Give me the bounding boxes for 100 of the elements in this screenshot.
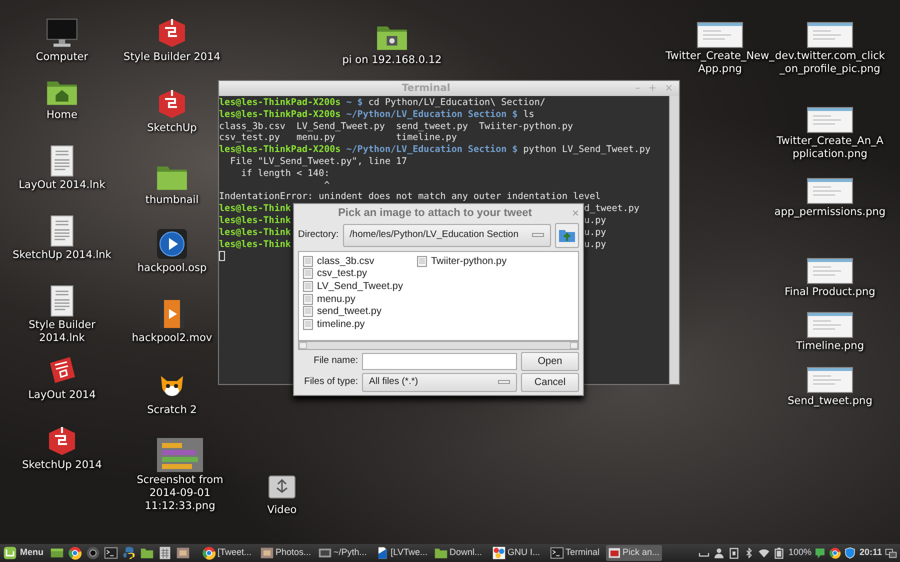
taskbar-button[interactable]: [Tweet... [200, 545, 256, 561]
snake-icon[interactable] [122, 546, 136, 560]
image-thumbnail [807, 258, 853, 284]
image-thumbnail [807, 312, 853, 338]
battery-icon[interactable] [773, 547, 786, 559]
workspace-icon[interactable] [885, 547, 897, 559]
icon-label[interactable]: Scratch 2 [147, 404, 197, 418]
icon-label[interactable]: Home [46, 109, 78, 122]
browser-icon[interactable] [829, 547, 842, 559]
icon-label[interactable]: SketchUp 2014.lnk [12, 249, 112, 262]
text-cursor [219, 250, 225, 261]
file-item[interactable]: class_3b.csv [317, 254, 374, 269]
icon-label[interactable]: hackpool.osp [137, 262, 207, 276]
image-thumbnail [697, 22, 743, 48]
clipboard-icon[interactable] [728, 547, 740, 559]
icon-label[interactable]: app_permissions.png [774, 206, 886, 220]
folder-icon [434, 546, 448, 560]
cube-logo-icon [46, 425, 78, 457]
terminal-line: File "LV_Send_Tweet.py", line 17 [229, 156, 408, 168]
desktop-icon[interactable] [50, 546, 64, 560]
icon-label[interactable]: Final Product.png [784, 286, 876, 300]
cube-logo-icon [156, 17, 188, 49]
cube-logo-icon [156, 88, 188, 120]
icon-label[interactable]: thumbnail [145, 194, 199, 208]
taskbar-button[interactable]: ~/Pyth... [316, 545, 372, 561]
terminal-text: u.py [584, 214, 606, 226]
taskbar-button[interactable]: [LVTwe... [374, 545, 430, 561]
file-icon [417, 256, 427, 267]
photo-icon[interactable] [176, 546, 190, 560]
browser-icon[interactable] [68, 546, 82, 560]
speech-bubble-icon[interactable] [814, 547, 826, 559]
icon-label[interactable]: SketchUp 2014 [22, 459, 102, 472]
image-thumbnail [807, 107, 853, 133]
icon-label[interactable]: dev.twitter.com_click_on_profile_pic.png [774, 50, 886, 76]
file-item[interactable]: LV_Send_Tweet.py [317, 278, 403, 294]
icon-label[interactable]: Twitter_Create_New_App.png [664, 50, 776, 76]
file-type-dropdown[interactable]: All files (*.*) [362, 372, 517, 392]
taskbar-button[interactable]: Terminal [548, 545, 604, 561]
taskbar-button[interactable]: Pick an... [606, 545, 662, 561]
file-item[interactable]: menu.py [317, 292, 356, 307]
icon-label[interactable]: Style Builder 2014.lnk [6, 319, 118, 346]
wifi-icon[interactable] [758, 547, 770, 559]
terminal-text: les@les-Think [219, 226, 291, 238]
icon-label[interactable]: LayOut 2014 [28, 389, 96, 402]
document-icon [376, 546, 389, 560]
terminal-text: d_tweet.py [584, 203, 640, 214]
icon-label[interactable]: Twitter_Create_An_Application.png [774, 135, 886, 162]
terminal-text: les@les-Think [219, 238, 291, 250]
taskbar-button[interactable]: GNU I... [490, 545, 546, 561]
play-button-icon [156, 228, 188, 260]
file-item[interactable]: timeline.py [317, 316, 365, 332]
icon-label[interactable]: Computer [36, 51, 88, 64]
person-icon[interactable] [713, 547, 726, 559]
terminal-line: class_3b.csv LV_Send_Tweet.py send_tweet.py Twiiter-python.py [219, 120, 574, 132]
monitor-icon [45, 17, 79, 49]
icon-label[interactable]: hackpool2.mov [132, 332, 212, 346]
image-thumbnail [807, 22, 853, 48]
field-label: Files of type: [303, 375, 358, 390]
icon-label[interactable]: Video [267, 504, 297, 518]
terminal-icon[interactable] [104, 546, 118, 560]
terminal-text: u.py [584, 226, 606, 238]
icon-label[interactable]: pi on 192.168.0.12 [342, 54, 442, 68]
file-item[interactable]: send_tweet.py [317, 304, 382, 320]
folder-up-icon [558, 227, 576, 244]
calculator-icon[interactable] [158, 546, 172, 560]
shield-icon[interactable] [844, 547, 856, 559]
file-icon [303, 256, 313, 267]
cancel-button[interactable]: Cancel [521, 372, 579, 392]
file-icon [303, 294, 313, 305]
file-name-input[interactable] [362, 352, 517, 370]
webcam-icon[interactable] [86, 546, 100, 560]
file-item[interactable]: Twiiter-python.py [431, 254, 507, 269]
icon-label[interactable]: Send_tweet.png [788, 395, 872, 408]
icon-label[interactable]: SketchUp [147, 122, 197, 136]
file-icon [303, 268, 313, 280]
field-label: File name: [312, 354, 358, 368]
directory-dropdown[interactable]: /home/les/Python/LV_Education Section [342, 224, 551, 247]
file-icon [303, 280, 313, 292]
terminal-line: ^ [323, 180, 331, 192]
terminal-text: les@les-Think [219, 203, 291, 214]
file-item[interactable]: csv_test.py [317, 266, 368, 282]
icon-label[interactable]: Screenshot from 2014-09-01 11:12:33.png [124, 474, 236, 514]
paint-icon [492, 546, 506, 560]
taskbar-button[interactable]: Downl... [432, 545, 488, 561]
file-icon [303, 318, 313, 330]
folder-icon[interactable] [140, 546, 154, 560]
folder-up-button[interactable] [555, 222, 579, 248]
clock[interactable]: 20:11 [859, 546, 882, 560]
battery-percent: 100% [788, 546, 812, 560]
leaf-logo-icon [3, 546, 17, 560]
taskbar-button[interactable]: Photos... [258, 545, 314, 561]
terminal-line: les@les-ThinkPad-X200s ~/Python/LV_Education Section $ ls [219, 108, 536, 121]
terminal-line: les@les-ThinkPad-X200s ~ $ cd Python/LV_Education\ Section/ [219, 97, 546, 109]
open-button[interactable]: Open [521, 352, 579, 371]
menu-button[interactable]: Menu [3, 546, 48, 560]
icon-label[interactable]: Timeline.png [796, 340, 864, 354]
icon-label[interactable]: LayOut 2014.lnk [18, 179, 106, 192]
icon-label[interactable]: Style Builder 2014 [124, 51, 220, 64]
image-thumbnail [807, 367, 853, 393]
text-editor-icon [318, 546, 332, 560]
